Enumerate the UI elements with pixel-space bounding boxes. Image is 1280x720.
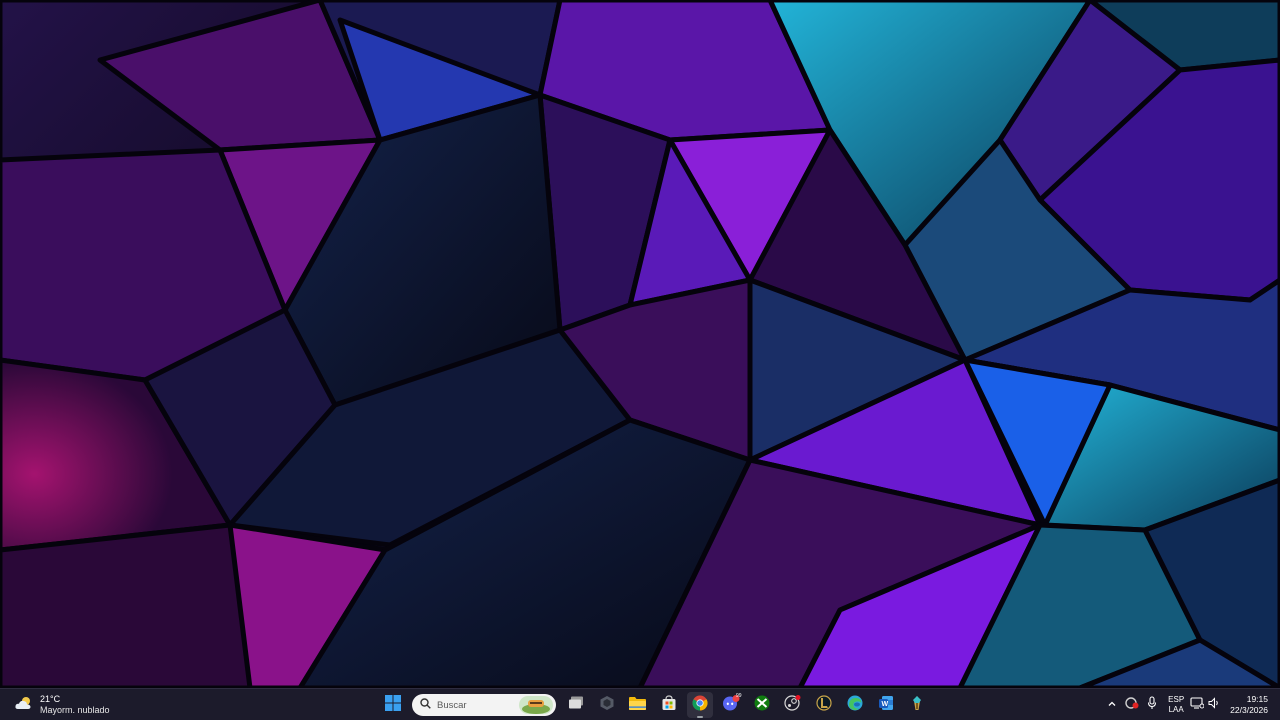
display-icon (1190, 696, 1205, 714)
clock-date: 22/3/2026 (1230, 705, 1268, 715)
xbox-icon (754, 695, 770, 716)
show-hidden-icons-button[interactable] (1102, 693, 1122, 717)
desktop-wallpaper[interactable] (0, 0, 1280, 688)
chevron-up-icon (1107, 696, 1117, 714)
wallpaper-art (0, 0, 1280, 688)
microphone-button[interactable] (1142, 693, 1162, 717)
clock-time: 19:15 (1246, 694, 1268, 704)
clock-button[interactable]: 19:15 22/3/2026 (1230, 694, 1268, 716)
steam-button[interactable] (780, 692, 806, 718)
league-of-legends-button[interactable] (811, 692, 837, 718)
search-icon (420, 696, 431, 714)
taskbar: 21°C Mayorm. nublado Buscar 99 W ESP LAA… (0, 688, 1280, 720)
xbox-button[interactable] (749, 692, 775, 718)
game-launcher-button[interactable] (904, 692, 930, 718)
weather-widget[interactable]: 21°C Mayorm. nublado (8, 692, 116, 718)
search-placeholder: Buscar (437, 699, 467, 711)
game-launcher-icon (909, 695, 925, 716)
search-highlight-image (519, 696, 553, 714)
word-button[interactable]: W (873, 692, 899, 718)
task-view-icon (568, 696, 584, 715)
quick-settings-button[interactable] (1190, 696, 1220, 714)
league-of-legends-icon (815, 694, 832, 716)
chrome-button[interactable] (686, 692, 713, 718)
widget-app-button[interactable] (594, 692, 620, 718)
start-button[interactable] (380, 692, 406, 718)
edge-icon (847, 695, 863, 716)
language-code: ESP (1168, 695, 1185, 704)
speaker-icon (1208, 696, 1220, 714)
steam-icon (783, 694, 802, 716)
discord-button[interactable]: 99 (718, 692, 744, 718)
file-explorer-button[interactable] (625, 692, 651, 718)
antivirus-tray-button[interactable] (1122, 693, 1142, 717)
widget-app-icon (599, 695, 615, 716)
discord-badge: 99 (735, 693, 742, 699)
windows-start-icon (384, 694, 401, 716)
running-indicator (696, 716, 703, 718)
partly-cloudy-icon (14, 695, 34, 716)
weather-temperature: 21°C (40, 694, 61, 704)
word-icon: W (878, 695, 894, 716)
keyboard-layout: LAA (1168, 705, 1184, 714)
system-tray: ESP LAA 19:15 22/3/2026 (1102, 689, 1280, 720)
microphone-icon (1147, 695, 1157, 715)
edge-button[interactable] (842, 692, 868, 718)
file-explorer-icon (629, 696, 646, 715)
antivirus-tray-icon (1125, 696, 1139, 715)
task-view-button[interactable] (563, 692, 589, 718)
weather-description: Mayorm. nublado (40, 705, 110, 715)
taskbar-center: Buscar 99 W (377, 692, 932, 718)
microsoft-store-icon (661, 694, 677, 716)
chrome-icon (691, 695, 708, 716)
microsoft-store-button[interactable] (656, 692, 682, 718)
search-box[interactable]: Buscar (412, 694, 556, 716)
input-language-indicator[interactable]: ESP LAA (1168, 695, 1184, 715)
word-icon-letter: W (881, 701, 889, 708)
